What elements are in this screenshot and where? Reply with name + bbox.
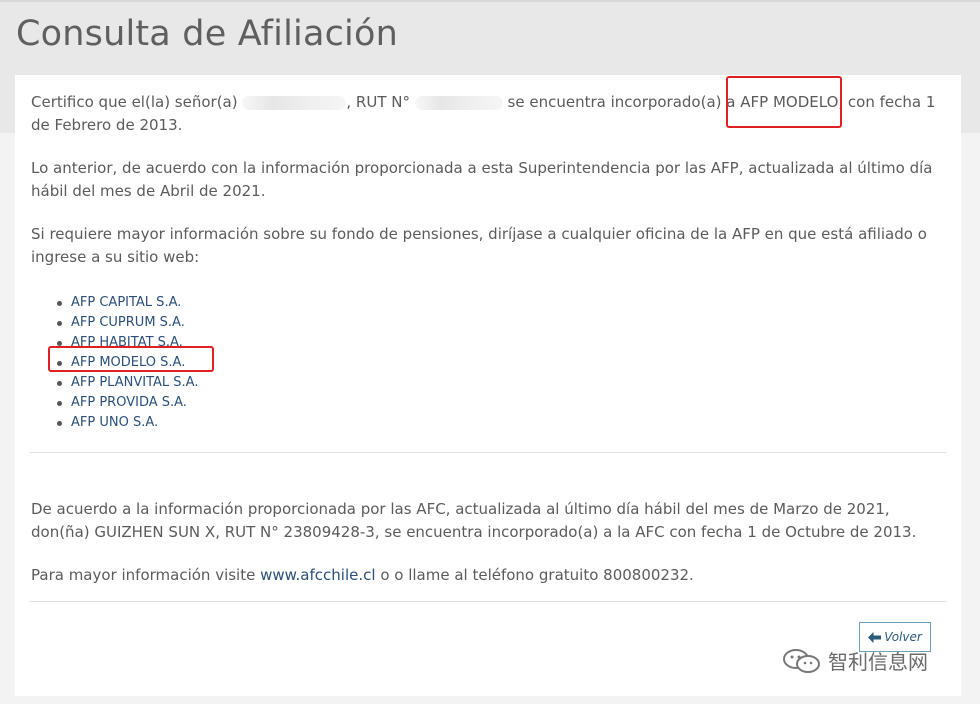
afp-link-cuprum[interactable]: AFP CUPRUM S.A.: [71, 315, 185, 330]
watermark: 智利信息网: [782, 646, 928, 675]
highlight-box-afp-name: [726, 76, 842, 128]
afp-contact-paragraph: Si requiere mayor información sobre su f…: [31, 225, 927, 266]
list-item: AFP PROVIDA S.A.: [55, 393, 198, 413]
redacted-name: [242, 95, 347, 110]
footer-divider: [30, 601, 946, 602]
p5-after: o o llame al teléfono gratuito 800800232…: [380, 566, 694, 584]
afp-link-planvital[interactable]: AFP PLANVITAL S.A.: [71, 375, 198, 390]
afc-website-link[interactable]: www.afcchile.cl: [260, 566, 375, 584]
watermark-text: 智利信息网: [828, 650, 928, 674]
afp-link-uno[interactable]: AFP UNO S.A.: [71, 415, 158, 430]
wechat-icon: [783, 648, 820, 673]
afp-link-provida[interactable]: AFP PROVIDA S.A.: [71, 395, 187, 410]
section-divider: [30, 452, 946, 453]
afp-link-capital[interactable]: AFP CAPITAL S.A.: [71, 295, 181, 310]
afp-info-paragraph: Lo anterior, de acuerdo con la informaci…: [31, 159, 933, 200]
p1-before-name: Certifico que el(la) señor(a): [31, 93, 238, 111]
p5-before: Para mayor información visite: [31, 566, 256, 584]
page-title: Consulta de Afiliación: [16, 14, 398, 54]
p1-rut-label: , RUT N°: [346, 93, 410, 111]
redacted-rut: [414, 95, 503, 110]
list-item: AFP CUPRUM S.A.: [55, 313, 198, 333]
list-item: AFP PLANVITAL S.A.: [55, 373, 198, 393]
highlight-box-afp-link: [48, 346, 214, 372]
afc-contact-paragraph: Para mayor información visite www.afcchi…: [31, 564, 945, 587]
afc-affiliation-paragraph: De acuerdo a la información proporcionad…: [31, 500, 917, 541]
certificate-panel: Certifico que el(la) señor(a) , RUT N° s…: [15, 75, 961, 696]
list-item: AFP UNO S.A.: [55, 413, 198, 433]
list-item: AFP CAPITAL S.A.: [55, 293, 198, 313]
p1-mid: se encuentra incorporado(a) a: [507, 93, 736, 111]
arrow-left-icon: [868, 631, 882, 643]
back-button-label: Volver: [884, 630, 922, 644]
